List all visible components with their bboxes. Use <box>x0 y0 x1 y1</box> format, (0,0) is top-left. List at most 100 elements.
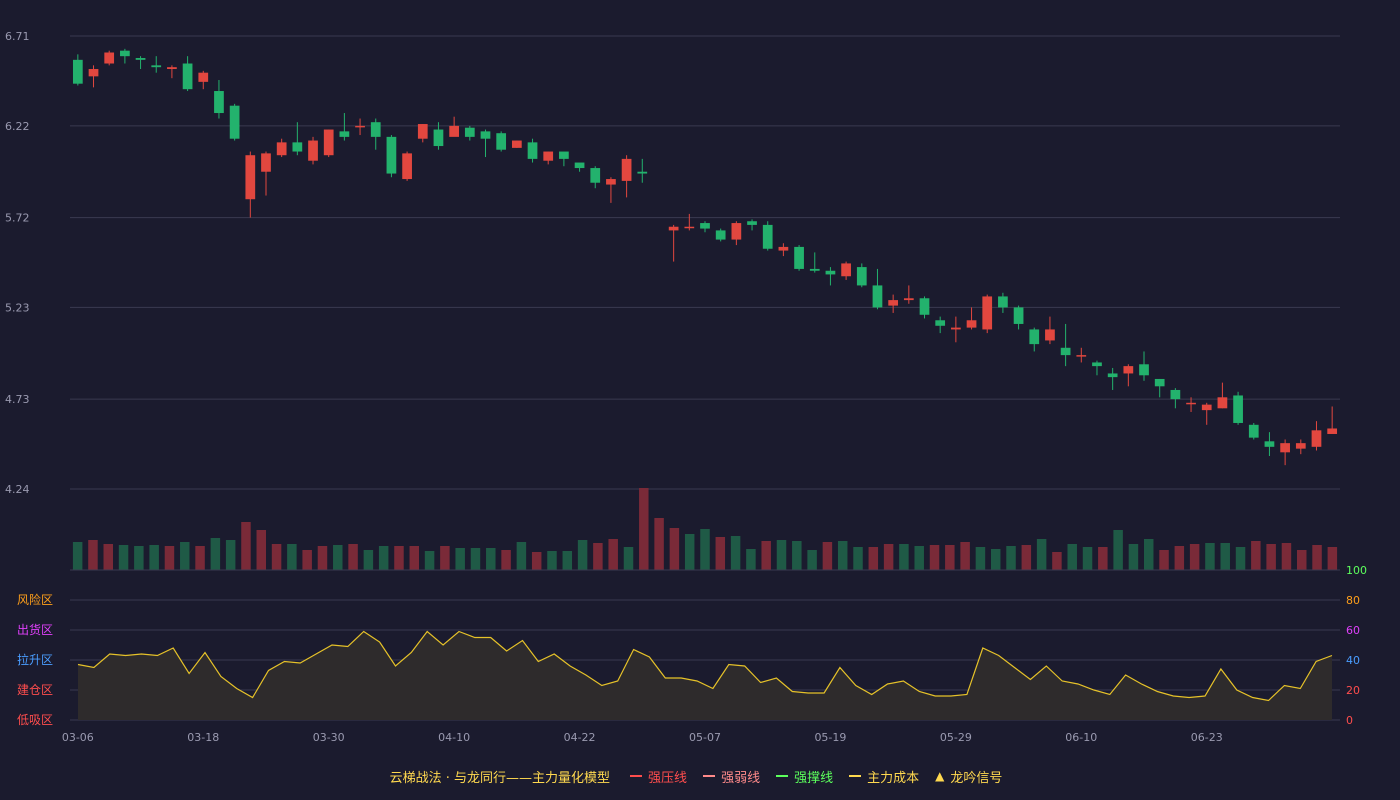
indicator-tick-label: 100 <box>1346 564 1367 577</box>
volume-bar <box>945 545 955 570</box>
volume-bar <box>975 547 986 570</box>
legend-item-main-cost[interactable]: 主力成本 <box>849 767 919 786</box>
candle-body <box>1139 364 1149 376</box>
candle-body <box>543 151 554 161</box>
volume-bar <box>180 542 190 570</box>
volume-bar <box>639 488 649 570</box>
volume-bar <box>531 552 542 570</box>
candle-body <box>935 320 946 326</box>
volume-bar <box>149 545 159 570</box>
candle-body <box>135 58 146 60</box>
candle-body <box>511 140 522 148</box>
volume-bar <box>103 544 113 570</box>
indicator-tick-label: 60 <box>1346 624 1360 637</box>
volume-bar <box>1266 544 1276 570</box>
volume-bar <box>899 544 909 570</box>
price-tick-label: 5.72 <box>5 212 30 225</box>
volume-bar <box>715 537 726 570</box>
volume-bar <box>424 551 435 570</box>
candle-body <box>323 129 334 156</box>
legend-item-dragon-signal[interactable]: ▲ 龙吟信号 <box>935 767 1002 786</box>
legend: 云梯战法 · 与龙同行——主力量化模型 强压线 强弱线 强撑线 主力成本 ▲ 龙… <box>0 764 1400 788</box>
candle-body <box>245 155 256 200</box>
candle-body <box>778 246 789 251</box>
candle-body <box>762 224 773 249</box>
dashed-line-icon <box>703 775 716 777</box>
candle-body <box>198 72 209 82</box>
candle-body <box>919 298 930 315</box>
candle-body <box>167 67 177 70</box>
legend-label: 强压线 <box>648 770 688 786</box>
candle-body <box>684 226 695 229</box>
volume-bar <box>409 546 420 570</box>
candle-body <box>1186 402 1196 405</box>
candle-body <box>292 142 303 152</box>
legend-item-support-line[interactable]: 强撑线 <box>776 767 833 786</box>
candle-body <box>856 267 867 286</box>
candle-body <box>606 179 616 185</box>
candle-body <box>480 131 491 139</box>
volume-bar <box>1036 539 1047 570</box>
candle-body <box>731 223 742 240</box>
volume-bar <box>700 529 710 570</box>
price-tick-label: 5.23 <box>5 301 30 314</box>
candle-body <box>841 263 851 277</box>
volume-bar <box>1082 547 1093 570</box>
date-tick-label: 03-30 <box>313 731 345 744</box>
volume-bar <box>241 522 251 570</box>
legend-label: 强撑线 <box>794 770 834 786</box>
volume-bar <box>853 547 863 570</box>
candle-body <box>229 105 240 139</box>
volume-bar <box>348 544 358 570</box>
triangle-icon: ▲ <box>935 769 945 783</box>
zone-label: 建仓区 <box>17 683 53 697</box>
volume-bar <box>1205 543 1215 570</box>
volume-bar <box>914 546 924 570</box>
volume-bar <box>1113 530 1123 570</box>
volume-bar <box>1327 547 1338 570</box>
volume-bar <box>210 538 221 570</box>
volume-bar <box>1021 545 1032 570</box>
volume-bar <box>960 542 970 570</box>
candle-body <box>1217 397 1228 409</box>
candle-body <box>386 136 397 174</box>
candle-body <box>559 151 569 159</box>
indicator-tick-label: 40 <box>1346 654 1360 667</box>
legend-item-strength-line[interactable]: 强弱线 <box>703 767 760 786</box>
candle-body <box>449 125 459 137</box>
legend-item-pressure-line[interactable]: 强压线 <box>630 767 687 786</box>
volume-bar <box>669 528 680 570</box>
volume-bar <box>684 534 695 570</box>
date-tick-label: 03-06 <box>62 731 94 744</box>
volume-bar <box>547 551 557 570</box>
volume-bar <box>929 545 940 570</box>
candle-body <box>809 268 820 271</box>
price-tick-label: 4.73 <box>5 393 30 406</box>
candle-body <box>872 285 883 308</box>
candle-body <box>1280 443 1290 453</box>
candle-body <box>621 158 632 181</box>
volume-bar <box>990 549 1001 570</box>
zone-label: 风险区 <box>17 592 53 607</box>
candle-body <box>355 125 365 128</box>
candle-body <box>1123 366 1134 374</box>
candle-body <box>370 122 381 137</box>
candle-body <box>574 162 585 169</box>
candle-body <box>496 133 507 150</box>
candle-body <box>951 327 961 330</box>
candle-body <box>151 65 162 68</box>
volume-bar <box>593 543 603 570</box>
candle-body <box>794 246 804 269</box>
volume-bar <box>868 547 879 570</box>
candle-body <box>982 296 993 330</box>
volume-bar <box>1052 552 1062 570</box>
legend-title: 云梯战法 · 与龙同行——主力量化模型 <box>389 770 611 786</box>
zone-label: 拉升区 <box>17 652 53 667</box>
volume-bar <box>623 547 634 570</box>
candle-body <box>1029 329 1040 345</box>
volume-bar <box>333 545 343 570</box>
volume-bar <box>195 546 205 570</box>
candle-body <box>104 52 115 64</box>
candle-body <box>120 50 130 57</box>
candle-body <box>1107 373 1118 378</box>
